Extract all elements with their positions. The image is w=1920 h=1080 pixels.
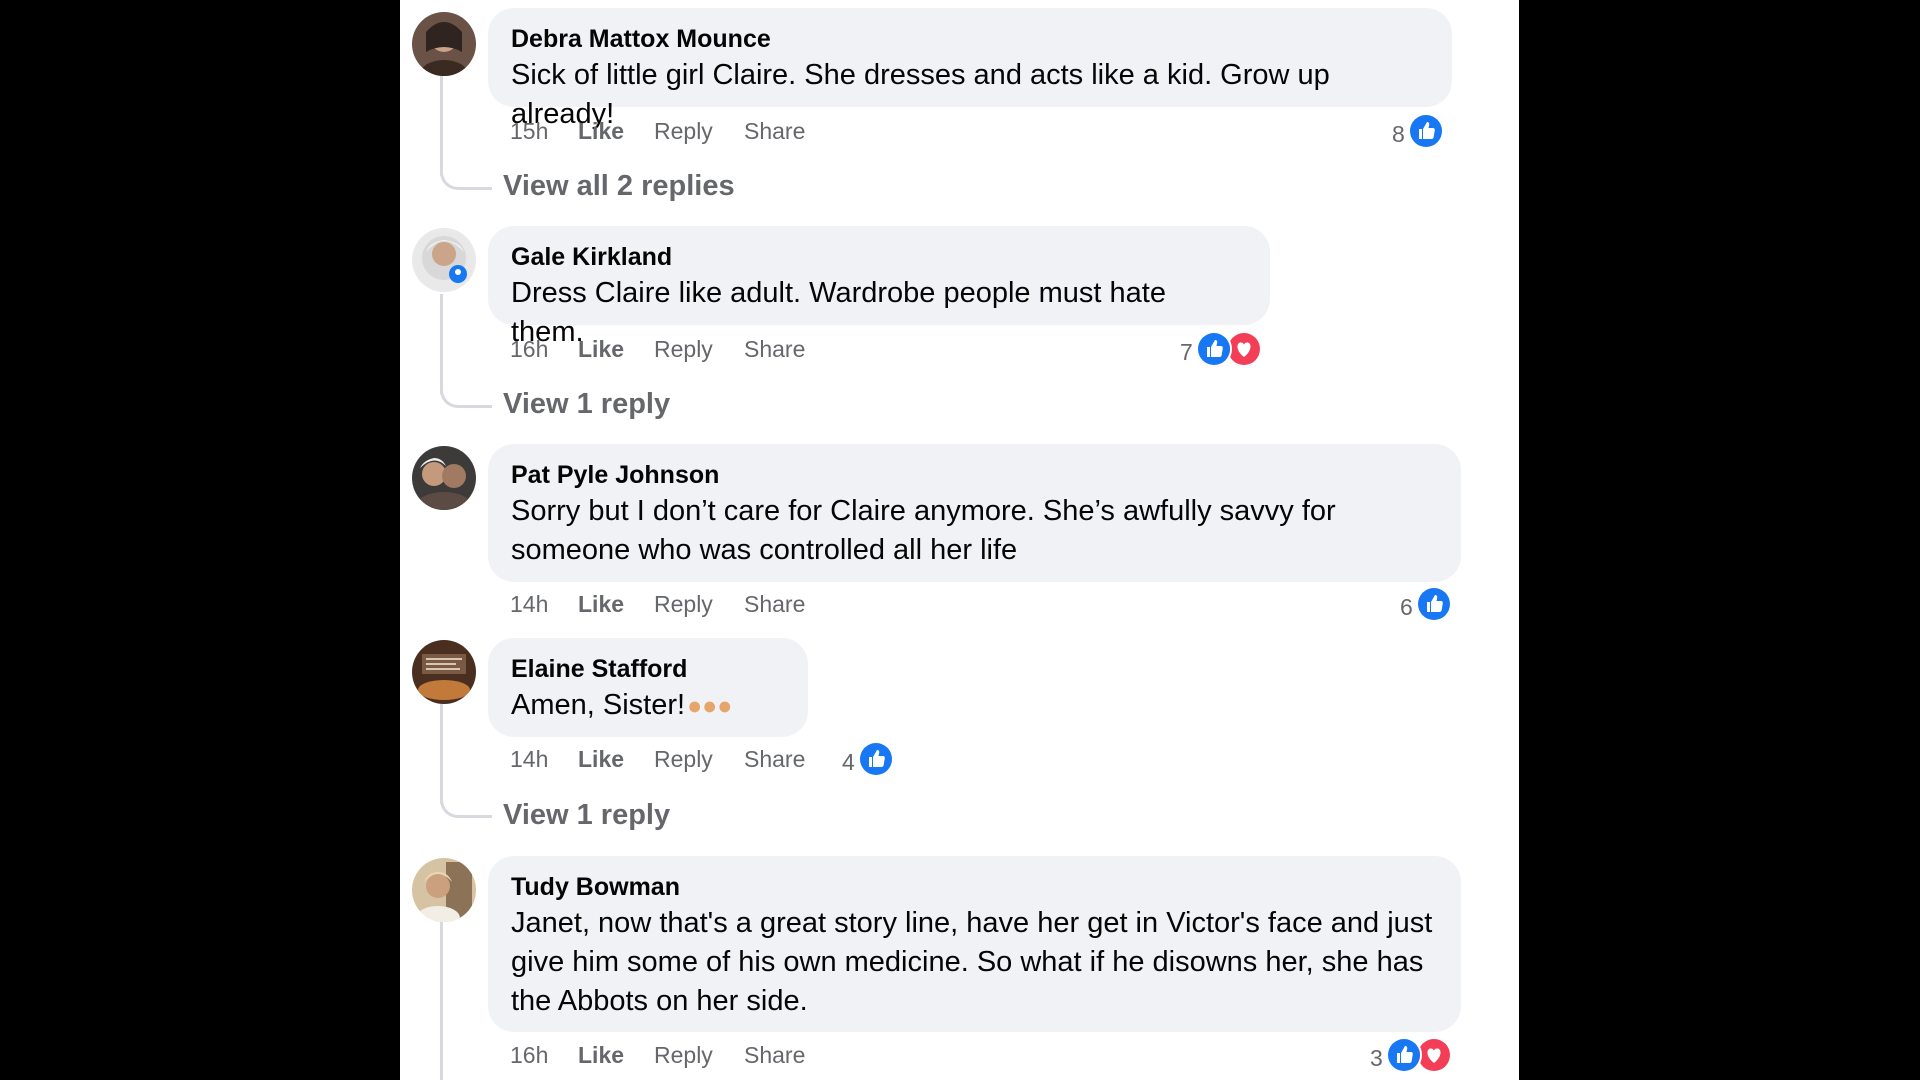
- reaction-summary[interactable]: 3: [1370, 1035, 1452, 1075]
- share-button[interactable]: Share: [744, 746, 824, 773]
- reply-button[interactable]: Reply: [654, 1042, 744, 1069]
- comment-text-line: Janet, now that's a great story line, ha…: [511, 907, 1433, 939]
- reaction-summary[interactable]: 4: [842, 739, 894, 779]
- comment-text-body: Amen, Sister!: [511, 689, 686, 721]
- comment-author[interactable]: Debra Mattox Mounce: [511, 24, 1428, 54]
- like-icon: [857, 741, 894, 777]
- reaction-count: 4: [842, 748, 855, 775]
- comment-text: Amen, Sister!●●●: [511, 686, 784, 726]
- like-button[interactable]: Like: [578, 746, 654, 773]
- thread-line: [440, 922, 443, 1080]
- comment-bubble: Pat Pyle Johnson Sorry but I don’t care …: [488, 444, 1461, 582]
- comment-author[interactable]: Gale Kirkland: [511, 242, 1246, 272]
- comment-author[interactable]: Elaine Stafford: [511, 654, 784, 684]
- thread-line: [440, 76, 443, 176]
- comment-time[interactable]: 14h: [510, 746, 578, 773]
- like-button[interactable]: Like: [578, 336, 654, 363]
- comment-actions: 15h Like Reply Share: [510, 114, 824, 148]
- reaction-count: 3: [1370, 1044, 1383, 1071]
- reaction-count: 6: [1400, 593, 1413, 620]
- avatar[interactable]: [412, 446, 476, 510]
- thread-line: [440, 294, 443, 394]
- avatar[interactable]: [412, 858, 476, 922]
- comment-bubble: Tudy Bowman Janet, now that's a great st…: [488, 856, 1461, 1032]
- like-icon: [1415, 586, 1452, 622]
- share-button[interactable]: Share: [744, 336, 824, 363]
- share-button[interactable]: Share: [744, 1042, 824, 1069]
- share-button[interactable]: Share: [744, 118, 824, 145]
- like-button[interactable]: Like: [578, 118, 654, 145]
- comment-author[interactable]: Tudy Bowman: [511, 872, 1437, 902]
- comment-text-line: give him some of his own medicine. So wh…: [511, 946, 1424, 978]
- comment-actions: 14h Like Reply Share: [510, 742, 824, 776]
- comment-time[interactable]: 15h: [510, 118, 578, 145]
- share-button[interactable]: Share: [744, 591, 824, 618]
- reply-connector: [440, 168, 492, 190]
- comment-text-line: Sorry but I don’t care for Claire anymor…: [511, 495, 1336, 527]
- avatar[interactable]: [412, 228, 476, 292]
- avatar[interactable]: [412, 640, 476, 704]
- comment-bubble: Debra Mattox Mounce Sick of little girl …: [488, 8, 1452, 130]
- comment-bubble: Elaine Stafford Amen, Sister!●●●: [488, 638, 808, 737]
- comment-bubble: Gale Kirkland Dress Claire like adult. W…: [488, 226, 1270, 348]
- comment-actions: 16h Like Reply Share: [510, 332, 824, 366]
- like-button[interactable]: Like: [578, 591, 654, 618]
- reaction-summary[interactable]: 6: [1400, 584, 1452, 624]
- reply-button[interactable]: Reply: [654, 746, 744, 773]
- clapping-hands-icon: ●●●: [687, 691, 733, 720]
- reply-button[interactable]: Reply: [654, 118, 744, 145]
- comment-actions: 14h Like Reply Share: [510, 587, 824, 621]
- comment-time[interactable]: 16h: [510, 1042, 578, 1069]
- like-button[interactable]: Like: [578, 1042, 654, 1069]
- view-replies-link[interactable]: View 1 reply: [503, 797, 670, 833]
- reaction-summary[interactable]: 7: [1180, 329, 1262, 369]
- like-icon: [1407, 113, 1444, 149]
- thread-line: [440, 704, 443, 804]
- reaction-summary[interactable]: 8: [1392, 111, 1444, 151]
- reply-connector: [440, 386, 492, 408]
- view-replies-link[interactable]: View all 2 replies: [503, 168, 735, 204]
- comment-text-line: the Abbots on her side.: [511, 985, 808, 1017]
- comment-text-line: someone who was controlled all her life: [511, 534, 1018, 566]
- avatar[interactable]: [412, 12, 476, 76]
- comment-actions: 16h Like Reply Share: [510, 1038, 824, 1072]
- reply-connector: [440, 796, 492, 818]
- reaction-count: 7: [1180, 338, 1193, 365]
- comments-panel: Debra Mattox Mounce Sick of little girl …: [400, 0, 1519, 1080]
- view-replies-link[interactable]: View 1 reply: [503, 386, 670, 422]
- reaction-count: 8: [1392, 120, 1405, 147]
- reply-button[interactable]: Reply: [654, 336, 744, 363]
- like-icon: [1195, 331, 1232, 367]
- like-icon: [1385, 1037, 1422, 1073]
- comment-author[interactable]: Pat Pyle Johnson: [511, 460, 1437, 490]
- reply-button[interactable]: Reply: [654, 591, 744, 618]
- comment-time[interactable]: 16h: [510, 336, 578, 363]
- comment-time[interactable]: 14h: [510, 591, 578, 618]
